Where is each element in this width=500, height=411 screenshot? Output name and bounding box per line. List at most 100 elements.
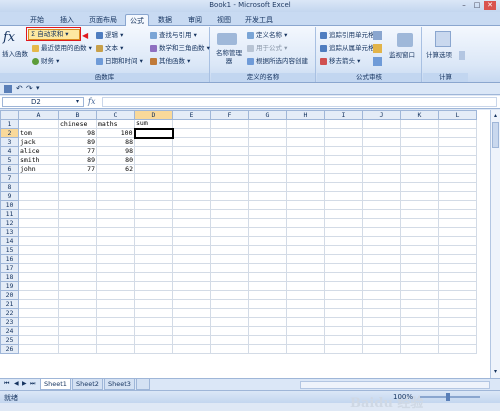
cell-g8[interactable] bbox=[248, 182, 287, 192]
select-all-corner[interactable] bbox=[0, 110, 19, 120]
cell-c13[interactable] bbox=[96, 227, 135, 237]
cell-l15[interactable] bbox=[438, 245, 477, 255]
scroll-thumb[interactable] bbox=[492, 122, 499, 148]
cell-i18[interactable] bbox=[324, 272, 363, 282]
cell-a7[interactable] bbox=[18, 173, 59, 183]
cell-l6[interactable] bbox=[438, 164, 477, 174]
cell-c26[interactable] bbox=[96, 344, 135, 354]
cell-d1[interactable]: sum bbox=[134, 119, 173, 129]
cell-j20[interactable] bbox=[362, 290, 401, 300]
cell-i16[interactable] bbox=[324, 254, 363, 264]
column-header-b[interactable]: B bbox=[58, 110, 97, 120]
cell-e11[interactable] bbox=[172, 209, 211, 219]
dropdown-icon[interactable]: ▾ bbox=[76, 98, 79, 105]
maximize-button[interactable]: □ bbox=[471, 1, 483, 10]
cell-f26[interactable] bbox=[210, 344, 249, 354]
cell-e12[interactable] bbox=[172, 218, 211, 228]
column-header-e[interactable]: E bbox=[172, 110, 211, 120]
cell-g4[interactable] bbox=[248, 146, 287, 156]
cell-d13[interactable] bbox=[134, 227, 173, 237]
cell-i1[interactable] bbox=[324, 119, 363, 129]
cell-i6[interactable] bbox=[324, 164, 363, 174]
cell-g18[interactable] bbox=[248, 272, 287, 282]
row-header[interactable]: 11 bbox=[0, 209, 19, 219]
cell-k26[interactable] bbox=[400, 344, 439, 354]
cell-j5[interactable] bbox=[362, 155, 401, 165]
cell-k1[interactable] bbox=[400, 119, 439, 129]
calculation-options-button[interactable]: 计算选项 bbox=[426, 51, 452, 60]
cell-l1[interactable] bbox=[438, 119, 477, 129]
cell-a6[interactable]: john bbox=[18, 164, 59, 174]
cell-c25[interactable] bbox=[96, 335, 135, 345]
sheet-tab-2[interactable]: Sheet2 bbox=[72, 379, 103, 390]
cell-f6[interactable] bbox=[210, 164, 249, 174]
row-header[interactable]: 10 bbox=[0, 200, 19, 210]
cell-d18[interactable] bbox=[134, 272, 173, 282]
cell-d11[interactable] bbox=[134, 209, 173, 219]
cell-j25[interactable] bbox=[362, 335, 401, 345]
cell-c2[interactable]: 100 bbox=[96, 128, 135, 138]
row-header[interactable]: 21 bbox=[0, 299, 19, 309]
sheet-tab-1[interactable]: Sheet1 bbox=[40, 379, 71, 390]
row-header[interactable]: 3 bbox=[0, 137, 19, 147]
cell-d16[interactable] bbox=[134, 254, 173, 264]
cell-e22[interactable] bbox=[172, 308, 211, 318]
cell-h4[interactable] bbox=[286, 146, 325, 156]
cell-a18[interactable] bbox=[18, 272, 59, 282]
trace-precedents-button[interactable]: 追踪引用单元格 bbox=[320, 31, 375, 40]
sheet-tab-3[interactable]: Sheet3 bbox=[104, 379, 135, 390]
cell-i8[interactable] bbox=[324, 182, 363, 192]
cell-h23[interactable] bbox=[286, 317, 325, 327]
cell-e13[interactable] bbox=[172, 227, 211, 237]
cell-d20[interactable] bbox=[134, 290, 173, 300]
cell-l4[interactable] bbox=[438, 146, 477, 156]
cell-k2[interactable] bbox=[400, 128, 439, 138]
column-header-l[interactable]: L bbox=[438, 110, 477, 120]
cell-g10[interactable] bbox=[248, 200, 287, 210]
cell-g14[interactable] bbox=[248, 236, 287, 246]
cell-k24[interactable] bbox=[400, 326, 439, 336]
cell-c10[interactable] bbox=[96, 200, 135, 210]
row-header[interactable]: 4 bbox=[0, 146, 19, 156]
cell-i4[interactable] bbox=[324, 146, 363, 156]
cell-a8[interactable] bbox=[18, 182, 59, 192]
cell-a15[interactable] bbox=[18, 245, 59, 255]
formula-input[interactable] bbox=[102, 97, 497, 107]
cell-b18[interactable] bbox=[58, 272, 97, 282]
cell-b26[interactable] bbox=[58, 344, 97, 354]
cell-a9[interactable] bbox=[18, 191, 59, 201]
cell-d24[interactable] bbox=[134, 326, 173, 336]
cell-d15[interactable] bbox=[134, 245, 173, 255]
cell-f8[interactable] bbox=[210, 182, 249, 192]
cell-e17[interactable] bbox=[172, 263, 211, 273]
cell-l9[interactable] bbox=[438, 191, 477, 201]
cell-c18[interactable] bbox=[96, 272, 135, 282]
cell-h20[interactable] bbox=[286, 290, 325, 300]
cell-a26[interactable] bbox=[18, 344, 59, 354]
cell-j23[interactable] bbox=[362, 317, 401, 327]
cell-c15[interactable] bbox=[96, 245, 135, 255]
cell-i25[interactable] bbox=[324, 335, 363, 345]
cell-f7[interactable] bbox=[210, 173, 249, 183]
cell-e4[interactable] bbox=[172, 146, 211, 156]
row-header[interactable]: 15 bbox=[0, 245, 19, 255]
row-header[interactable]: 2 bbox=[0, 128, 19, 138]
cell-j14[interactable] bbox=[362, 236, 401, 246]
cell-i15[interactable] bbox=[324, 245, 363, 255]
cell-f11[interactable] bbox=[210, 209, 249, 219]
cell-i14[interactable] bbox=[324, 236, 363, 246]
cell-b7[interactable] bbox=[58, 173, 97, 183]
row-header[interactable]: 23 bbox=[0, 317, 19, 327]
cell-f19[interactable] bbox=[210, 281, 249, 291]
cell-l20[interactable] bbox=[438, 290, 477, 300]
cell-j19[interactable] bbox=[362, 281, 401, 291]
column-header-f[interactable]: F bbox=[210, 110, 249, 120]
column-header-g[interactable]: G bbox=[248, 110, 287, 120]
cell-g23[interactable] bbox=[248, 317, 287, 327]
cell-e26[interactable] bbox=[172, 344, 211, 354]
tab-developer[interactable]: 开发工具 bbox=[241, 14, 277, 26]
cell-j24[interactable] bbox=[362, 326, 401, 336]
minimize-button[interactable]: – bbox=[458, 1, 470, 10]
cell-g25[interactable] bbox=[248, 335, 287, 345]
column-header-j[interactable]: J bbox=[362, 110, 401, 120]
